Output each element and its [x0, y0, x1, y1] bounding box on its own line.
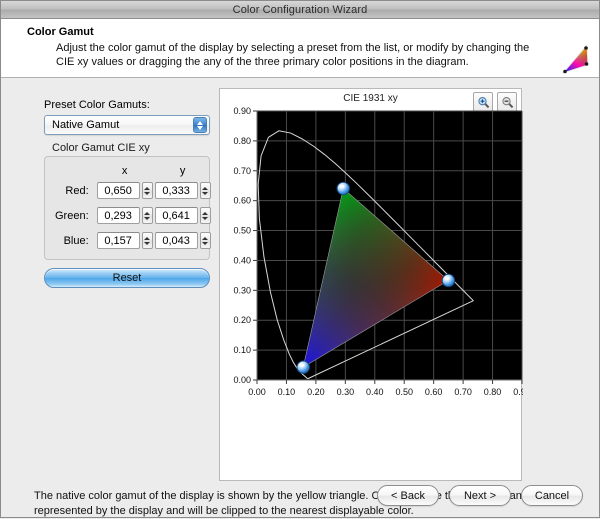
blue-y-cell: [154, 232, 211, 249]
row-label-green: Green:: [55, 209, 89, 222]
chevron-updown-icon[interactable]: [193, 117, 207, 133]
green-y-spin-buttons[interactable]: [199, 207, 211, 224]
red-x-stepper[interactable]: [96, 182, 153, 199]
wizard-body: Preset Color Gamuts: Native Gamut Color …: [1, 78, 599, 517]
blue-y-spin-buttons[interactable]: [199, 232, 211, 249]
cie-plot-area[interactable]: 0.00 0.10 0.20 0.30 0.40 0.50 0.60 0.70 0.80 0.90…: [220, 105, 523, 482]
svg-text:0.90: 0.90: [513, 387, 523, 397]
green-x-spin-buttons[interactable]: [141, 207, 153, 224]
green-y-input[interactable]: [154, 207, 198, 224]
next-button[interactable]: Next >: [449, 485, 511, 506]
wizard-button-bar: < Back Next > Cancel: [377, 485, 583, 506]
gamut-values-table: x y Red: 0,650 0,333 Green: 0,293 0,641 …: [53, 163, 213, 251]
cie-chromaticity-diagram[interactable]: 0.00 0.10 0.20 0.30 0.40 0.50 0.60 0.70 0.80 0.90…: [220, 105, 523, 482]
svg-text:0.70: 0.70: [233, 166, 251, 176]
svg-text:0.40: 0.40: [233, 255, 251, 265]
svg-text:0.60: 0.60: [425, 387, 443, 397]
table-row: Blue:: [55, 232, 211, 249]
cie-chart-panel: CIE 1931 xy 0.00 0.10 0.20 0.30 0.40 0.5…: [219, 88, 523, 482]
svg-text:0.20: 0.20: [233, 315, 251, 325]
blue-x-input[interactable]: [96, 232, 140, 249]
blue-x-stepper[interactable]: [96, 232, 153, 249]
svg-text:0.30: 0.30: [337, 387, 355, 397]
row-label-red: Red:: [65, 184, 89, 197]
red-x-cell: [96, 182, 153, 205]
row-label-blue: Blue:: [63, 234, 89, 247]
svg-text:0.00: 0.00: [248, 387, 266, 397]
gamut-values-group: x y Red: 0,650 0,333 Green: 0,293 0,641 …: [44, 156, 213, 260]
red-y-spin-buttons[interactable]: [199, 182, 211, 199]
svg-text:0.50: 0.50: [233, 226, 251, 236]
svg-text:0.70: 0.70: [454, 387, 472, 397]
svg-text:0.80: 0.80: [233, 136, 251, 146]
preset-label: Preset Color Gamuts:: [44, 99, 150, 111]
gamut-controls-panel: Preset Color Gamuts: Native Gamut Color …: [44, 99, 213, 288]
reset-button[interactable]: Reset: [44, 268, 210, 288]
svg-text:0.50: 0.50: [395, 387, 413, 397]
preset-gamut-select[interactable]: Native Gamut: [44, 115, 210, 135]
svg-text:0.60: 0.60: [233, 196, 251, 206]
red-x-spin-buttons[interactable]: [141, 182, 153, 199]
window-title: Color Configuration Wizard: [232, 3, 368, 16]
svg-text:0.00: 0.00: [233, 375, 251, 385]
table-row: Red:: [55, 182, 211, 205]
blue-x-cell: [96, 232, 153, 249]
column-header-y: y: [179, 165, 186, 177]
svg-text:0.80: 0.80: [484, 387, 502, 397]
svg-text:0.10: 0.10: [233, 345, 251, 355]
red-y-cell: [154, 182, 211, 205]
svg-text:0.20: 0.20: [307, 387, 325, 397]
green-x-cell: [96, 207, 153, 230]
svg-text:0.90: 0.90: [233, 106, 251, 116]
cancel-button[interactable]: Cancel: [521, 485, 583, 506]
blue-x-spin-buttons[interactable]: [141, 232, 153, 249]
page-title: Color Gamut: [27, 26, 94, 38]
green-y-stepper[interactable]: [154, 207, 211, 224]
page-description: Adjust the color gamut of the display by…: [56, 42, 530, 68]
svg-text:0.30: 0.30: [233, 285, 251, 295]
table-header-row: x y: [55, 165, 211, 180]
red-y-input[interactable]: [154, 182, 198, 199]
red-x-input[interactable]: [96, 182, 140, 199]
green-x-stepper[interactable]: [96, 207, 153, 224]
wizard-window: Color Configuration Wizard Color Gamut A…: [0, 0, 600, 518]
back-button[interactable]: < Back: [377, 485, 439, 506]
svg-text:0.10: 0.10: [278, 387, 296, 397]
blue-y-stepper[interactable]: [154, 232, 211, 249]
green-x-input[interactable]: [96, 207, 140, 224]
preset-gamut-value: Native Gamut: [52, 119, 120, 131]
wizard-header: Color Gamut Adjust the color gamut of th…: [1, 19, 599, 78]
gamut-group-title: Color Gamut CIE xy: [52, 142, 150, 154]
table-row: Green:: [55, 207, 211, 230]
column-header-x: x: [121, 165, 128, 177]
green-y-cell: [154, 207, 211, 230]
red-y-stepper[interactable]: [154, 182, 211, 199]
svg-text:0.40: 0.40: [366, 387, 384, 397]
blue-y-input[interactable]: [154, 232, 198, 249]
window-titlebar: Color Configuration Wizard: [1, 1, 599, 19]
cie-gamut-icon: [561, 43, 589, 75]
